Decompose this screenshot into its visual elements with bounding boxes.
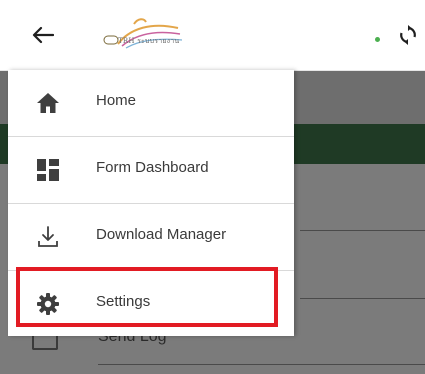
logo-text: TRH ระบบรายงาน [118, 37, 180, 45]
status-indicator [375, 37, 380, 42]
download-icon [36, 225, 60, 249]
drawer-item-label: Download Manager [96, 226, 227, 243]
home-icon [36, 91, 60, 115]
dashboard-icon [36, 158, 60, 182]
drawer-item-home[interactable]: Home [8, 70, 294, 136]
drawer-item-label: Form Dashboard [96, 159, 209, 176]
background-divider [300, 298, 425, 299]
back-arrow-icon[interactable] [28, 20, 58, 50]
settings-highlight-box [16, 267, 278, 327]
app-bar: TRH ระบบรายงาน [0, 0, 425, 71]
drawer-item-label: Home [96, 92, 137, 109]
drawer-item-download-manager[interactable]: Download Manager [8, 204, 294, 270]
drawer-item-form-dashboard[interactable]: Form Dashboard [8, 137, 294, 203]
sync-icon[interactable] [396, 23, 420, 47]
background-divider [98, 364, 425, 365]
background-divider [300, 230, 425, 231]
